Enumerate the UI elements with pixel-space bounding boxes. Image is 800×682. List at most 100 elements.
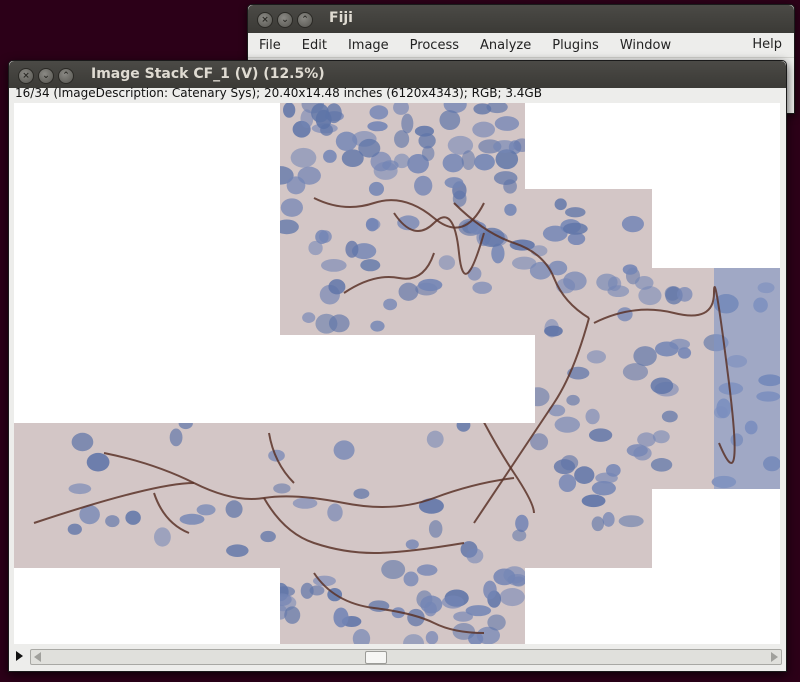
fiji-titlebar[interactable]: × ⌄ ⌃ Fiji [248, 5, 794, 33]
nucleus [574, 466, 595, 484]
nucleus [428, 520, 443, 538]
nucleus [225, 500, 243, 518]
scroll-thumb[interactable] [365, 651, 387, 664]
nucleus [563, 222, 588, 235]
nucleus [403, 571, 419, 587]
menu-plugins[interactable]: Plugins [541, 38, 609, 53]
nucleus [394, 153, 410, 169]
menu-file[interactable]: File [248, 38, 291, 53]
nucleus [466, 548, 484, 564]
nucleus [633, 346, 657, 366]
nucleus [315, 313, 338, 334]
nucleus [403, 634, 424, 644]
nucleus [618, 515, 644, 528]
nucleus [401, 113, 414, 134]
nucleus [418, 278, 443, 292]
nucleus [650, 377, 674, 395]
nucleus [607, 276, 622, 292]
nucleus [509, 239, 535, 251]
nucleus [622, 264, 638, 275]
menu-analyze[interactable]: Analyze [469, 38, 541, 53]
nucleus [554, 416, 581, 433]
nucleus [369, 105, 389, 120]
nucleus [333, 607, 349, 628]
stack-title: Image Stack CF_1 (V) (12.5%) [91, 66, 325, 82]
nucleus [286, 176, 306, 195]
fiber [153, 492, 190, 534]
nucleus [368, 181, 385, 196]
menu-window[interactable]: Window [609, 38, 681, 53]
image-info-line: 16/34 (ImageDescription: Catenary Sys); … [15, 86, 542, 100]
nucleus [654, 341, 679, 357]
nucleus [360, 259, 381, 272]
nucleus [554, 198, 567, 211]
nucleus [283, 103, 296, 118]
nucleus [621, 215, 644, 233]
nucleus [333, 440, 355, 460]
nucleus [153, 527, 171, 547]
nucleus [327, 503, 343, 522]
nucleus [302, 312, 316, 323]
play-icon[interactable] [16, 651, 23, 661]
nucleus [563, 271, 587, 291]
nucleus [226, 544, 249, 557]
nucleus [515, 514, 529, 533]
nucleus [274, 219, 299, 235]
nucleus [405, 539, 419, 550]
nucleus [465, 605, 492, 617]
nucleus [300, 582, 314, 599]
nucleus [586, 350, 606, 364]
nucleus [558, 474, 577, 493]
nucleus [345, 240, 359, 258]
nucleus [67, 523, 82, 535]
menu-help[interactable]: Help [752, 37, 782, 52]
fiber [473, 402, 535, 514]
nucleus [284, 606, 301, 624]
nucleus [676, 286, 693, 302]
maximize-icon[interactable]: ⌃ [297, 12, 313, 28]
nucleus [196, 504, 216, 516]
nucleus [504, 203, 517, 216]
nucleus [507, 573, 528, 586]
nucleus [290, 147, 317, 168]
fiji-title: Fiji [329, 10, 353, 26]
nucleus [472, 121, 496, 138]
nucleus [499, 588, 525, 607]
nucleus [328, 279, 346, 295]
slice-scrollbar[interactable] [30, 649, 782, 665]
minimize-icon[interactable]: ⌄ [277, 12, 293, 28]
nucleus [650, 458, 673, 472]
close-icon[interactable]: × [18, 68, 34, 84]
scroll-right-icon[interactable] [771, 652, 778, 662]
nucleus [393, 103, 409, 115]
nucleus [421, 145, 435, 162]
nucleus [358, 138, 381, 158]
nucleus [418, 498, 444, 514]
menu-edit[interactable]: Edit [291, 38, 337, 53]
menubar: File Edit Image Process Analyze Plugins … [248, 33, 794, 57]
nucleus [86, 452, 110, 472]
nucleus [444, 177, 464, 189]
image-canvas[interactable] [14, 103, 780, 644]
menu-process[interactable]: Process [399, 38, 469, 53]
maximize-icon[interactable]: ⌃ [58, 68, 74, 84]
nucleus [626, 444, 648, 457]
nucleus [352, 628, 371, 644]
nucleus [581, 494, 606, 508]
nucleus [472, 281, 493, 294]
nucleus [426, 430, 444, 448]
nucleus [493, 171, 518, 185]
nucleus [178, 417, 193, 430]
nucleus [512, 256, 537, 270]
nucleus [125, 510, 141, 525]
stack-titlebar[interactable]: × ⌄ ⌃ Image Stack CF_1 (V) (12.5%) [9, 61, 786, 88]
nucleus [383, 298, 398, 311]
nucleus [260, 530, 276, 543]
image-stack-window: × ⌄ ⌃ Image Stack CF_1 (V) (12.5%) 16/34… [8, 60, 787, 672]
menu-image[interactable]: Image [337, 38, 399, 53]
scroll-left-icon[interactable] [34, 652, 41, 662]
minimize-icon[interactable]: ⌄ [38, 68, 54, 84]
close-icon[interactable]: × [257, 12, 273, 28]
nucleus [602, 512, 615, 527]
nucleus [442, 153, 464, 173]
